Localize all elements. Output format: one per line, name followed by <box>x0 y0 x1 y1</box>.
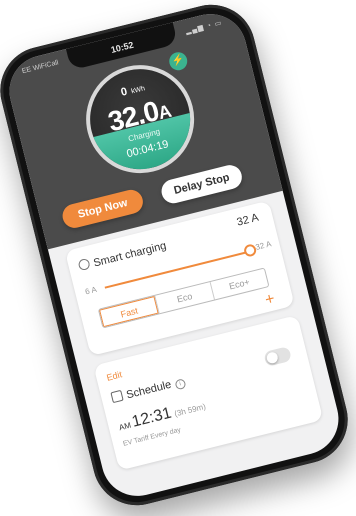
app-screen: EE WiFiCall 10:52 ▂▄▆ ◔ ▭ 0 kWh 32.0A Ch… <box>1 6 347 504</box>
schedule-toggle[interactable] <box>263 346 293 367</box>
schedule-label: Schedule <box>125 378 173 402</box>
mode-eco-button[interactable]: Eco <box>154 282 214 314</box>
status-icons: ▂▄▆ ◔ ▭ <box>185 19 224 36</box>
delay-stop-button[interactable]: Delay Stop <box>159 162 245 206</box>
charging-mode-selector: Fast Eco Eco+ <box>97 267 270 329</box>
mode-fast-button[interactable]: Fast <box>99 295 160 328</box>
time-prefix: AM <box>118 420 132 433</box>
charging-gauge: 0 kWh 32.0A Charging 00:04:19 <box>74 53 206 185</box>
slider-max-label: 32 A <box>254 239 273 252</box>
schedule-clock: 12:31 <box>130 404 174 431</box>
smart-charging-label: Smart charging <box>92 239 168 270</box>
smart-charging-current: 32 A <box>235 211 260 229</box>
time-remaining: (3h 59m) <box>173 401 207 419</box>
edit-schedule-link[interactable]: Edit <box>106 369 123 382</box>
info-icon[interactable]: i <box>174 378 187 391</box>
connection-badge-icon[interactable]: ⚡ <box>167 50 190 73</box>
stop-now-button[interactable]: Stop Now <box>60 187 146 231</box>
smart-charging-title: Smart charging <box>77 239 168 273</box>
slider-min-label: 6 A <box>84 284 98 297</box>
energy-value: 0 <box>119 85 129 99</box>
add-icon[interactable]: + <box>263 290 276 310</box>
schedule-time: AM12:31(3h 59m) <box>117 396 208 435</box>
energy-unit: kWh <box>130 85 146 96</box>
calendar-icon <box>110 389 124 404</box>
carrier-label: EE WiFiCall <box>21 59 60 76</box>
mode-eco-plus-button[interactable]: Eco+ <box>209 268 269 300</box>
smart-charging-icon <box>77 257 91 272</box>
phone-frame: EE WiFiCall 10:52 ▂▄▆ ◔ ▭ 0 kWh 32.0A Ch… <box>0 0 356 515</box>
